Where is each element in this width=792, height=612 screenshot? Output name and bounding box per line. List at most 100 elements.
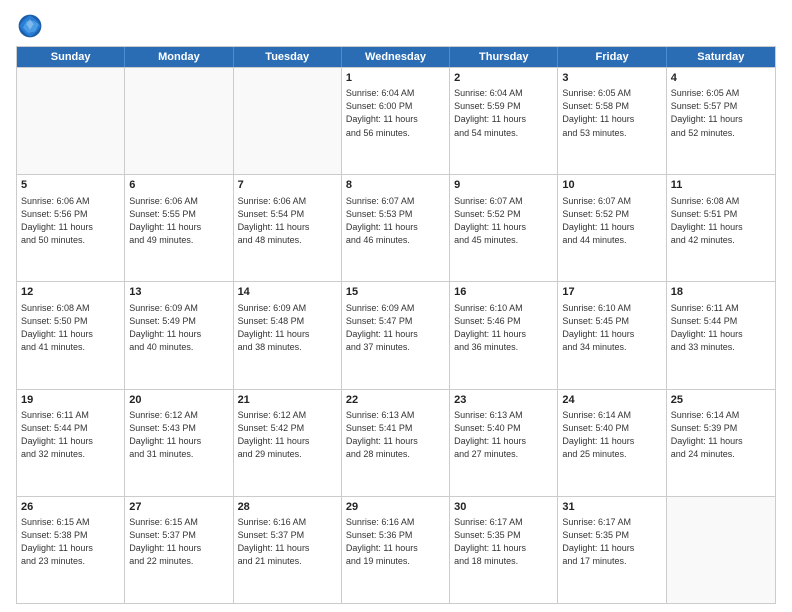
day-number: 30 xyxy=(454,500,553,515)
day-number: 22 xyxy=(346,393,445,408)
header-day-wednesday: Wednesday xyxy=(342,47,450,67)
day-info: Sunrise: 6:16 AM Sunset: 5:37 PM Dayligh… xyxy=(238,516,337,568)
day-cell-15: 15 Sunrise: 6:09 AM Sunset: 5:47 PM Dayli… xyxy=(342,282,450,388)
day-info: Sunrise: 6:13 AM Sunset: 5:41 PM Dayligh… xyxy=(346,409,445,461)
day-number: 2 xyxy=(454,71,553,86)
day-info: Sunrise: 6:17 AM Sunset: 5:35 PM Dayligh… xyxy=(454,516,553,568)
page: SundayMondayTuesdayWednesdayThursdayFrid… xyxy=(0,0,792,612)
day-number: 27 xyxy=(129,500,228,515)
day-cell-21: 21Sunrise: 6:12 AM Sunset: 5:42 PM Dayli… xyxy=(234,390,342,496)
empty-cell xyxy=(234,68,342,174)
day-number: 11 xyxy=(671,178,771,193)
day-info: Sunrise: 6:16 AM Sunset: 5:36 PM Dayligh… xyxy=(346,516,445,568)
empty-cell xyxy=(667,497,775,603)
day-info: Sunrise: 6:06 AM Sunset: 5:55 PM Dayligh… xyxy=(129,195,228,247)
day-info: Sunrise: 6:13 AM Sunset: 5:40 PM Dayligh… xyxy=(454,409,553,461)
day-number: 8 xyxy=(346,178,445,193)
day-info: Sunrise: 6:07 AM Sunset: 5:52 PM Dayligh… xyxy=(454,195,553,247)
day-info: Sunrise: 6:09 AM Sunset: 5:47 PM Dayligh… xyxy=(346,302,445,354)
logo-icon xyxy=(16,12,44,40)
logo xyxy=(16,12,46,40)
calendar-header: SundayMondayTuesdayWednesdayThursdayFrid… xyxy=(17,47,775,67)
day-info: Sunrise: 6:06 AM Sunset: 5:56 PM Dayligh… xyxy=(21,195,120,247)
day-cell-9: 9Sunrise: 6:07 AM Sunset: 5:52 PM Daylig… xyxy=(450,175,558,281)
header-day-thursday: Thursday xyxy=(450,47,558,67)
day-info: Sunrise: 6:08 AM Sunset: 5:50 PM Dayligh… xyxy=(21,302,120,354)
week-row-4: 26Sunrise: 6:15 AM Sunset: 5:38 PM Dayli… xyxy=(17,496,775,603)
day-number: 29 xyxy=(346,500,445,515)
day-cell-4: 4Sunrise: 6:05 AM Sunset: 5:57 PM Daylig… xyxy=(667,68,775,174)
day-info: Sunrise: 6:10 AM Sunset: 5:45 PM Dayligh… xyxy=(562,302,661,354)
empty-cell xyxy=(17,68,125,174)
day-cell-20: 20Sunrise: 6:12 AM Sunset: 5:43 PM Dayli… xyxy=(125,390,233,496)
day-cell-24: 24Sunrise: 6:14 AM Sunset: 5:40 PM Dayli… xyxy=(558,390,666,496)
week-row-3: 19Sunrise: 6:11 AM Sunset: 5:44 PM Dayli… xyxy=(17,389,775,496)
day-info: Sunrise: 6:07 AM Sunset: 5:52 PM Dayligh… xyxy=(562,195,661,247)
day-cell-31: 31Sunrise: 6:17 AM Sunset: 5:35 PM Dayli… xyxy=(558,497,666,603)
day-cell-10: 10 Sunrise: 6:07 AM Sunset: 5:52 PM Dayli… xyxy=(558,175,666,281)
day-number: 13 xyxy=(129,285,228,300)
day-cell-2: 2Sunrise: 6:04 AM Sunset: 5:59 PM Daylig… xyxy=(450,68,558,174)
day-info: Sunrise: 6:17 AM Sunset: 5:35 PM Dayligh… xyxy=(562,516,661,568)
day-number: 28 xyxy=(238,500,337,515)
day-number: 6 xyxy=(129,178,228,193)
day-cell-17: 17 Sunrise: 6:10 AM Sunset: 5:45 PM Dayli… xyxy=(558,282,666,388)
day-number: 12 xyxy=(21,285,120,300)
day-number: 17 xyxy=(562,285,661,300)
day-info: Sunrise: 6:12 AM Sunset: 5:43 PM Dayligh… xyxy=(129,409,228,461)
week-row-1: 5 Sunrise: 6:06 AM Sunset: 5:56 PM Daylig… xyxy=(17,174,775,281)
header-day-tuesday: Tuesday xyxy=(234,47,342,67)
calendar-body: 1Sunrise: 6:04 AM Sunset: 6:00 PM Daylig… xyxy=(17,67,775,603)
day-cell-30: 30Sunrise: 6:17 AM Sunset: 5:35 PM Dayli… xyxy=(450,497,558,603)
day-info: Sunrise: 6:14 AM Sunset: 5:39 PM Dayligh… xyxy=(671,409,771,461)
day-number: 5 xyxy=(21,178,120,193)
day-info: Sunrise: 6:09 AM Sunset: 5:49 PM Dayligh… xyxy=(129,302,228,354)
day-info: Sunrise: 6:04 AM Sunset: 6:00 PM Dayligh… xyxy=(346,87,445,139)
day-info: Sunrise: 6:11 AM Sunset: 5:44 PM Dayligh… xyxy=(21,409,120,461)
day-info: Sunrise: 6:08 AM Sunset: 5:51 PM Dayligh… xyxy=(671,195,771,247)
day-number: 4 xyxy=(671,71,771,86)
header xyxy=(16,12,776,40)
day-cell-12: 12 Sunrise: 6:08 AM Sunset: 5:50 PM Dayli… xyxy=(17,282,125,388)
day-cell-8: 8 Sunrise: 6:07 AM Sunset: 5:53 PM Daylig… xyxy=(342,175,450,281)
day-number: 19 xyxy=(21,393,120,408)
day-info: Sunrise: 6:14 AM Sunset: 5:40 PM Dayligh… xyxy=(562,409,661,461)
day-number: 7 xyxy=(238,178,337,193)
day-cell-18: 18Sunrise: 6:11 AM Sunset: 5:44 PM Dayli… xyxy=(667,282,775,388)
header-day-monday: Monday xyxy=(125,47,233,67)
day-cell-19: 19Sunrise: 6:11 AM Sunset: 5:44 PM Dayli… xyxy=(17,390,125,496)
day-info: Sunrise: 6:07 AM Sunset: 5:53 PM Dayligh… xyxy=(346,195,445,247)
week-row-2: 12 Sunrise: 6:08 AM Sunset: 5:50 PM Dayli… xyxy=(17,281,775,388)
day-number: 10 xyxy=(562,178,661,193)
header-day-saturday: Saturday xyxy=(667,47,775,67)
day-cell-23: 23Sunrise: 6:13 AM Sunset: 5:40 PM Dayli… xyxy=(450,390,558,496)
day-number: 1 xyxy=(346,71,445,86)
day-cell-5: 5 Sunrise: 6:06 AM Sunset: 5:56 PM Daylig… xyxy=(17,175,125,281)
day-cell-22: 22Sunrise: 6:13 AM Sunset: 5:41 PM Dayli… xyxy=(342,390,450,496)
day-number: 21 xyxy=(238,393,337,408)
day-info: Sunrise: 6:12 AM Sunset: 5:42 PM Dayligh… xyxy=(238,409,337,461)
day-cell-3: 3Sunrise: 6:05 AM Sunset: 5:58 PM Daylig… xyxy=(558,68,666,174)
day-cell-28: 28Sunrise: 6:16 AM Sunset: 5:37 PM Dayli… xyxy=(234,497,342,603)
day-cell-6: 6 Sunrise: 6:06 AM Sunset: 5:55 PM Daylig… xyxy=(125,175,233,281)
day-info: Sunrise: 6:11 AM Sunset: 5:44 PM Dayligh… xyxy=(671,302,771,354)
day-cell-14: 14 Sunrise: 6:09 AM Sunset: 5:48 PM Dayli… xyxy=(234,282,342,388)
day-cell-7: 7 Sunrise: 6:06 AM Sunset: 5:54 PM Daylig… xyxy=(234,175,342,281)
day-number: 16 xyxy=(454,285,553,300)
day-number: 31 xyxy=(562,500,661,515)
day-number: 26 xyxy=(21,500,120,515)
day-number: 3 xyxy=(562,71,661,86)
day-cell-25: 25Sunrise: 6:14 AM Sunset: 5:39 PM Dayli… xyxy=(667,390,775,496)
day-number: 15 xyxy=(346,285,445,300)
day-number: 23 xyxy=(454,393,553,408)
day-info: Sunrise: 6:09 AM Sunset: 5:48 PM Dayligh… xyxy=(238,302,337,354)
day-cell-27: 27Sunrise: 6:15 AM Sunset: 5:37 PM Dayli… xyxy=(125,497,233,603)
day-number: 24 xyxy=(562,393,661,408)
calendar: SundayMondayTuesdayWednesdayThursdayFrid… xyxy=(16,46,776,604)
day-info: Sunrise: 6:06 AM Sunset: 5:54 PM Dayligh… xyxy=(238,195,337,247)
day-number: 14 xyxy=(238,285,337,300)
day-cell-29: 29Sunrise: 6:16 AM Sunset: 5:36 PM Dayli… xyxy=(342,497,450,603)
day-cell-13: 13 Sunrise: 6:09 AM Sunset: 5:49 PM Dayli… xyxy=(125,282,233,388)
day-info: Sunrise: 6:15 AM Sunset: 5:37 PM Dayligh… xyxy=(129,516,228,568)
empty-cell xyxy=(125,68,233,174)
